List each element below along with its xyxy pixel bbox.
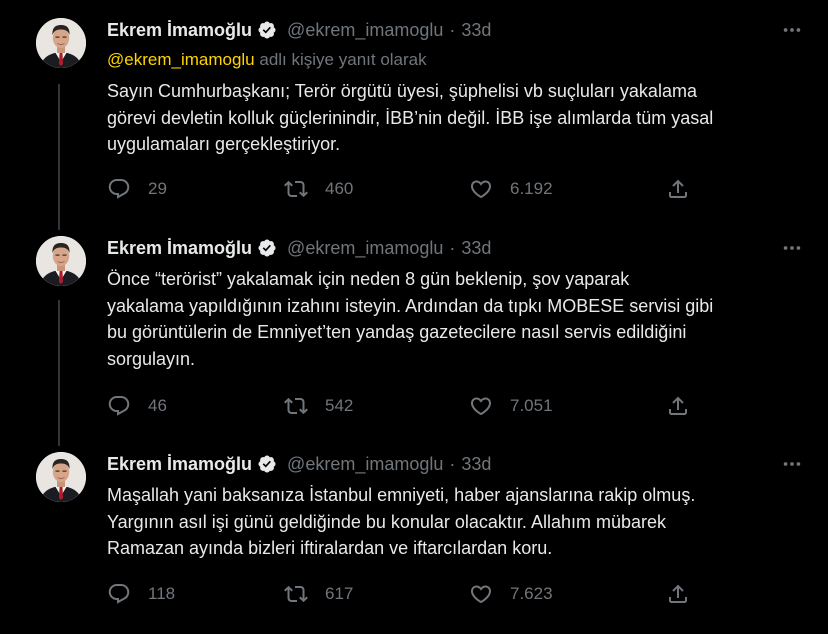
tweet[interactable]: Ekrem İmamoğlu @ekrem_imamoglu · 33d @ek… [0,17,828,217]
reply-button[interactable]: 118 [107,582,175,606]
like-icon [469,177,493,201]
retweet-button[interactable]: 617 [284,582,353,606]
reply-icon [107,177,131,201]
dot-separator: · [449,19,456,40]
replying-to: @ekrem_imamoglu adlı kişiye yanıt olarak [107,48,808,72]
tweet-header: Ekrem İmamoğlu @ekrem_imamoglu · 33d [107,451,808,477]
avatar[interactable] [36,236,86,286]
share-button[interactable] [666,177,690,201]
tweet-actions: 29 460 6.192 [107,177,692,203]
avatar-column [36,452,86,502]
tweet-text: Sayın Cumhurbaşkanı; Terör örgütü üyesi,… [107,81,714,154]
author-name[interactable]: Ekrem İmamoğlu [107,20,252,41]
like-count: 7.051 [510,396,553,415]
author-handle[interactable]: @ekrem_imamoglu [287,454,443,475]
tweet-actions: 118 617 7.623 [107,582,692,608]
reply-count: 46 [148,396,167,415]
retweet-icon [284,177,308,201]
retweet-icon [284,582,308,606]
retweet-count: 542 [325,396,354,415]
like-count: 6.192 [510,179,553,198]
tweet-text: Önce “terörist” yakalamak için neden 8 g… [107,269,714,369]
share-icon [666,582,690,606]
tweet-header: Ekrem İmamoğlu @ekrem_imamoglu · 33d [107,235,808,261]
reply-count: 118 [148,584,176,603]
tweet-time[interactable]: 33d [461,20,491,41]
author-name[interactable]: Ekrem İmamoğlu [107,238,252,259]
avatar-column [36,18,86,68]
reply-count: 29 [148,179,167,198]
reply-mention-link[interactable]: @ekrem_imamoglu [107,50,255,69]
retweet-icon [284,394,308,418]
reply-suffix: adlı kişiye yanıt olarak [259,50,427,69]
reply-button[interactable]: 29 [107,177,167,201]
tweet-text: Maşallah yani baksanıza İstanbul emniyet… [107,485,696,558]
dot-separator: · [449,237,456,258]
more-icon[interactable] [780,19,804,41]
tweet-body: Ekrem İmamoğlu @ekrem_imamoglu · 33d Önc… [107,235,808,372]
like-icon [469,394,493,418]
author-handle[interactable]: @ekrem_imamoglu [287,238,443,259]
share-button[interactable] [666,394,690,418]
like-button[interactable]: 7.051 [469,394,553,418]
share-icon [666,177,690,201]
tweet-time[interactable]: 33d [461,454,491,475]
reply-icon [107,394,131,418]
verified-icon [257,20,277,40]
retweet-count: 460 [325,179,354,198]
reply-icon [107,582,131,606]
tweet-body: Ekrem İmamoğlu @ekrem_imamoglu · 33d @ek… [107,17,808,158]
avatar[interactable] [36,452,86,502]
avatar[interactable] [36,18,86,68]
tweet-body: Ekrem İmamoğlu @ekrem_imamoglu · 33d Maş… [107,451,808,562]
tweet-header: Ekrem İmamoğlu @ekrem_imamoglu · 33d [107,17,808,43]
tweet-time[interactable]: 33d [461,238,491,259]
retweet-button[interactable]: 542 [284,394,353,418]
like-count: 7.623 [510,584,553,603]
more-icon[interactable] [780,237,804,259]
verified-icon [257,454,277,474]
like-button[interactable]: 6.192 [469,177,553,201]
tweet-actions: 46 542 7.051 [107,394,692,420]
share-button[interactable] [666,582,690,606]
retweet-count: 617 [325,584,354,603]
like-button[interactable]: 7.623 [469,582,553,606]
tweet[interactable]: Ekrem İmamoğlu @ekrem_imamoglu · 33d Önc… [0,235,828,425]
avatar-column [36,236,86,286]
share-icon [666,394,690,418]
tweet[interactable]: Ekrem İmamoğlu @ekrem_imamoglu · 33d Maş… [0,451,828,631]
author-name[interactable]: Ekrem İmamoğlu [107,454,252,475]
like-icon [469,582,493,606]
dot-separator: · [449,453,456,474]
verified-icon [257,238,277,258]
tweet-thread: Ekrem İmamoğlu @ekrem_imamoglu · 33d @ek… [0,0,828,634]
retweet-button[interactable]: 460 [284,177,353,201]
author-handle[interactable]: @ekrem_imamoglu [287,20,443,41]
more-icon[interactable] [780,453,804,475]
reply-button[interactable]: 46 [107,394,167,418]
